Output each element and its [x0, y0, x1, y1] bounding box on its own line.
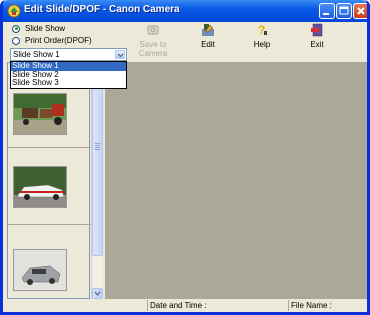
slideshow-select-value: Slide Show 1: [13, 50, 60, 59]
exit-label: Exit: [310, 40, 324, 49]
race-car-image: [14, 167, 66, 207]
save-to-camera-label-2: Camera: [138, 49, 168, 58]
save-to-camera-button[interactable]: Save to Camera: [133, 22, 173, 58]
thumbnail-race-car[interactable]: [13, 166, 67, 208]
close-icon: [357, 7, 365, 15]
radio-print-order-label: Print Order(DPOF): [25, 36, 92, 45]
window-title: Edit Slide/DPOF - Canon Camera: [24, 4, 180, 15]
save-to-camera-label-1: Save to: [139, 40, 167, 49]
slideshow-select[interactable]: Slide Show 1: [10, 48, 127, 61]
thumbnail-model-car[interactable]: [13, 249, 67, 291]
scroll-down-button[interactable]: [92, 288, 103, 299]
scroll-down-arrow-icon: [94, 291, 101, 296]
thumbnail-panel[interactable]: [7, 62, 96, 299]
status-cell-empty: [6, 300, 146, 311]
title-bar[interactable]: Edit Slide/DPOF - Canon Camera: [3, 0, 367, 22]
edit-button[interactable]: Edit: [188, 22, 228, 49]
slideshow-dropdown-list[interactable]: Slide Show 1 Slide Show 2 Slide Show 3: [10, 61, 127, 89]
thumbnail-separator: [8, 224, 96, 225]
preview-area: [105, 62, 367, 299]
scroll-thumb[interactable]: [92, 74, 103, 256]
edit-icon: [202, 24, 214, 36]
maximize-icon: [339, 6, 349, 15]
horse-carriage-image: [14, 94, 66, 134]
maximize-button[interactable]: [336, 3, 352, 19]
radio-dot-checked: [12, 24, 20, 33]
scroll-grip-icon: [95, 143, 100, 150]
exit-icon: [311, 23, 323, 37]
help-label: Help: [253, 40, 271, 49]
radio-dot: [12, 36, 20, 45]
save-to-camera-icon: [147, 25, 159, 35]
thumbnail-horse-carriage[interactable]: [13, 93, 67, 135]
status-filename: File Name :: [288, 300, 367, 311]
thumbnail-scrollbar[interactable]: [91, 62, 103, 299]
radio-slide-show[interactable]: Slide Show: [12, 24, 65, 33]
minimize-button[interactable]: [319, 3, 335, 19]
close-button[interactable]: [353, 3, 367, 19]
edit-label: Edit: [201, 40, 215, 49]
dropdown-button[interactable]: [115, 50, 125, 59]
chevron-down-icon: [117, 53, 124, 58]
status-datetime: Date and Time :: [147, 300, 287, 311]
main-window: Edit Slide/DPOF - Canon Camera Slide Sho…: [0, 0, 370, 315]
radio-slide-show-label: Slide Show: [25, 24, 66, 33]
help-button[interactable]: ? Help: [242, 22, 282, 49]
camera-app-icon: [7, 4, 21, 18]
minimize-icon: [323, 13, 329, 15]
model-car-image: [14, 250, 66, 290]
dropdown-option-slide-show-3[interactable]: Slide Show 3: [11, 78, 126, 88]
status-bar: Date and Time : File Name :: [6, 299, 364, 312]
exit-button[interactable]: Exit: [297, 22, 337, 49]
thumbnail-separator: [8, 147, 96, 148]
radio-print-order[interactable]: Print Order(DPOF): [12, 36, 92, 45]
help-icon: ?: [258, 23, 267, 37]
